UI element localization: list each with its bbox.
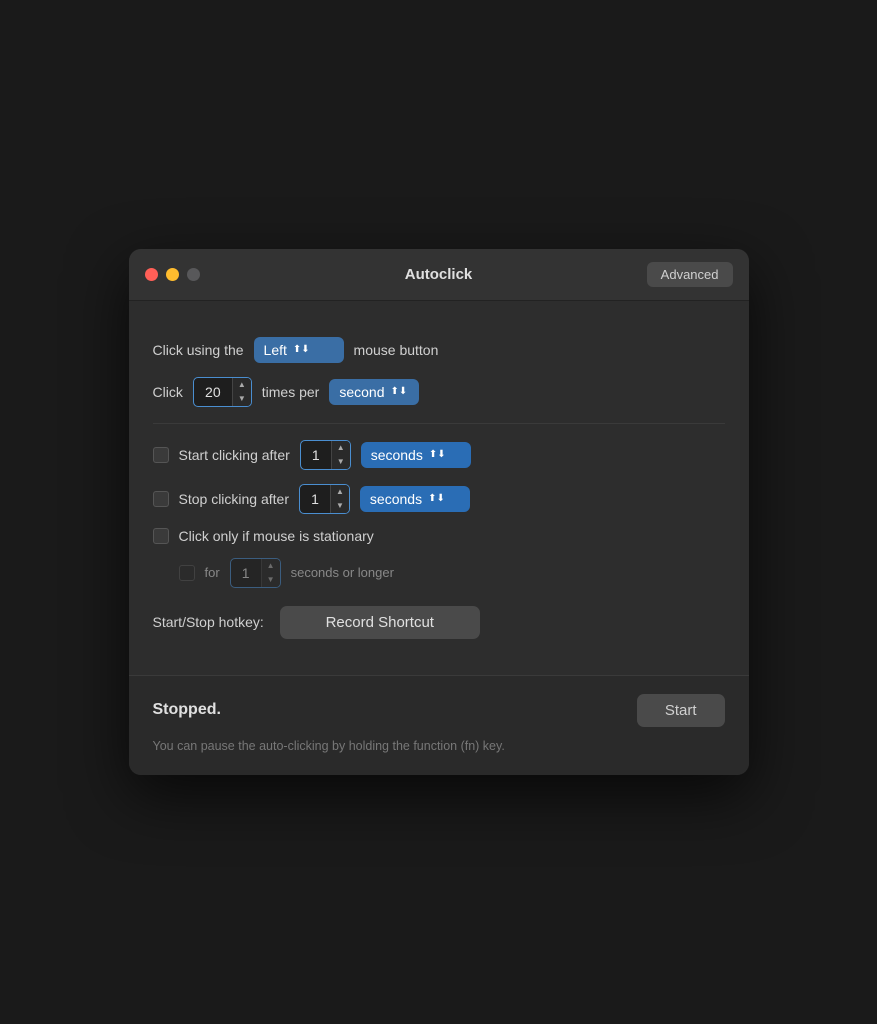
start-unit-dropdown[interactable]: seconds ⬆⬇	[361, 442, 471, 468]
rate-unit-value: second	[339, 384, 384, 400]
stationary-duration-input[interactable]	[231, 561, 261, 585]
advanced-button[interactable]: Advanced	[647, 262, 733, 287]
mouse-stationary-checkbox-wrap: Click only if mouse is stationary	[153, 528, 374, 544]
record-shortcut-button[interactable]: Record Shortcut	[280, 606, 480, 639]
stop-clicking-stepper[interactable]: ▲ ▼	[299, 484, 350, 514]
start-unit-arrow-icon: ⬆⬇	[429, 449, 446, 460]
stop-unit-arrow-icon: ⬆⬇	[428, 493, 445, 504]
autoclick-window: Autoclick Advanced Click using the Left …	[129, 249, 749, 776]
titlebar: Autoclick Advanced	[129, 249, 749, 301]
stationary-duration-stepper-buttons: ▲ ▼	[261, 559, 280, 587]
stop-clicking-checkbox[interactable]	[153, 491, 169, 507]
click-label: Click	[153, 384, 183, 400]
start-clicking-increment[interactable]: ▲	[332, 441, 350, 455]
stop-clicking-row: Stop clicking after ▲ ▼ seconds ⬆⬇	[153, 484, 725, 514]
hint-text: You can pause the auto-clicking by holdi…	[153, 737, 725, 756]
mouse-button-value: Left	[264, 342, 287, 358]
click-rate-stepper-buttons: ▲ ▼	[232, 378, 251, 406]
stationary-duration-row: for ▲ ▼ seconds or longer	[179, 558, 725, 588]
for-label: for	[205, 565, 220, 580]
stop-clicking-decrement[interactable]: ▼	[331, 499, 349, 513]
mouse-button-row: Click using the Left ⬆⬇ mouse button	[153, 337, 725, 363]
start-clicking-decrement[interactable]: ▼	[332, 455, 350, 469]
start-clicking-checkbox-wrap: Start clicking after	[153, 447, 290, 463]
stop-unit-value: seconds	[370, 491, 422, 507]
hotkey-row: Start/Stop hotkey: Record Shortcut	[153, 606, 725, 639]
stationary-decrement[interactable]: ▼	[262, 573, 280, 587]
start-clicking-checkbox[interactable]	[153, 447, 169, 463]
status-label: Stopped.	[153, 701, 221, 719]
start-clicking-stepper-buttons: ▲ ▼	[331, 441, 350, 469]
click-settings-section: Click using the Left ⬆⬇ mouse button Cli…	[153, 321, 725, 423]
click-rate-input[interactable]	[194, 380, 232, 404]
mouse-stationary-row: Click only if mouse is stationary	[153, 528, 725, 544]
stop-clicking-increment[interactable]: ▲	[331, 485, 349, 499]
stop-clicking-stepper-buttons: ▲ ▼	[330, 485, 349, 513]
stationary-duration-stepper[interactable]: ▲ ▼	[230, 558, 281, 588]
stop-unit-dropdown[interactable]: seconds ⬆⬇	[360, 486, 470, 512]
stop-clicking-input[interactable]	[300, 487, 330, 511]
click-rate-stepper[interactable]: ▲ ▼	[193, 377, 252, 407]
stationary-sub-checkbox[interactable]	[179, 565, 195, 581]
stop-clicking-label: Stop clicking after	[179, 491, 290, 507]
bottom-section: Stopped. Start You can pause the auto-cl…	[129, 675, 749, 776]
start-clicking-label: Start clicking after	[179, 447, 290, 463]
start-clicking-input[interactable]	[301, 443, 331, 467]
start-button[interactable]: Start	[637, 694, 725, 727]
traffic-lights	[145, 268, 200, 281]
click-rate-row: Click ▲ ▼ times per second ⬆⬇	[153, 377, 725, 407]
window-title: Autoclick	[405, 266, 473, 283]
start-unit-value: seconds	[371, 447, 423, 463]
stationary-increment[interactable]: ▲	[262, 559, 280, 573]
timing-settings-section: Start clicking after ▲ ▼ seconds ⬆⬇	[153, 423, 725, 655]
stationary-suffix: seconds or longer	[291, 565, 394, 580]
times-per-label: times per	[262, 384, 320, 400]
maximize-button[interactable]	[187, 268, 200, 281]
main-content: Click using the Left ⬆⬇ mouse button Cli…	[129, 301, 749, 675]
mouse-stationary-label: Click only if mouse is stationary	[179, 528, 374, 544]
mouse-button-dropdown[interactable]: Left ⬆⬇	[254, 337, 344, 363]
stop-clicking-checkbox-wrap: Stop clicking after	[153, 491, 290, 507]
start-clicking-row: Start clicking after ▲ ▼ seconds ⬆⬇	[153, 440, 725, 470]
hotkey-label: Start/Stop hotkey:	[153, 614, 264, 630]
mouse-stationary-checkbox[interactable]	[153, 528, 169, 544]
rate-unit-dropdown[interactable]: second ⬆⬇	[329, 379, 419, 405]
start-clicking-stepper[interactable]: ▲ ▼	[300, 440, 351, 470]
mouse-button-arrow-icon: ⬆⬇	[293, 344, 310, 355]
close-button[interactable]	[145, 268, 158, 281]
click-rate-decrement[interactable]: ▼	[233, 392, 251, 406]
status-row: Stopped. Start	[153, 694, 725, 727]
minimize-button[interactable]	[166, 268, 179, 281]
mouse-button-suffix: mouse button	[354, 342, 439, 358]
click-using-label: Click using the	[153, 342, 244, 358]
click-rate-increment[interactable]: ▲	[233, 378, 251, 392]
rate-unit-arrow-icon: ⬆⬇	[391, 386, 408, 397]
